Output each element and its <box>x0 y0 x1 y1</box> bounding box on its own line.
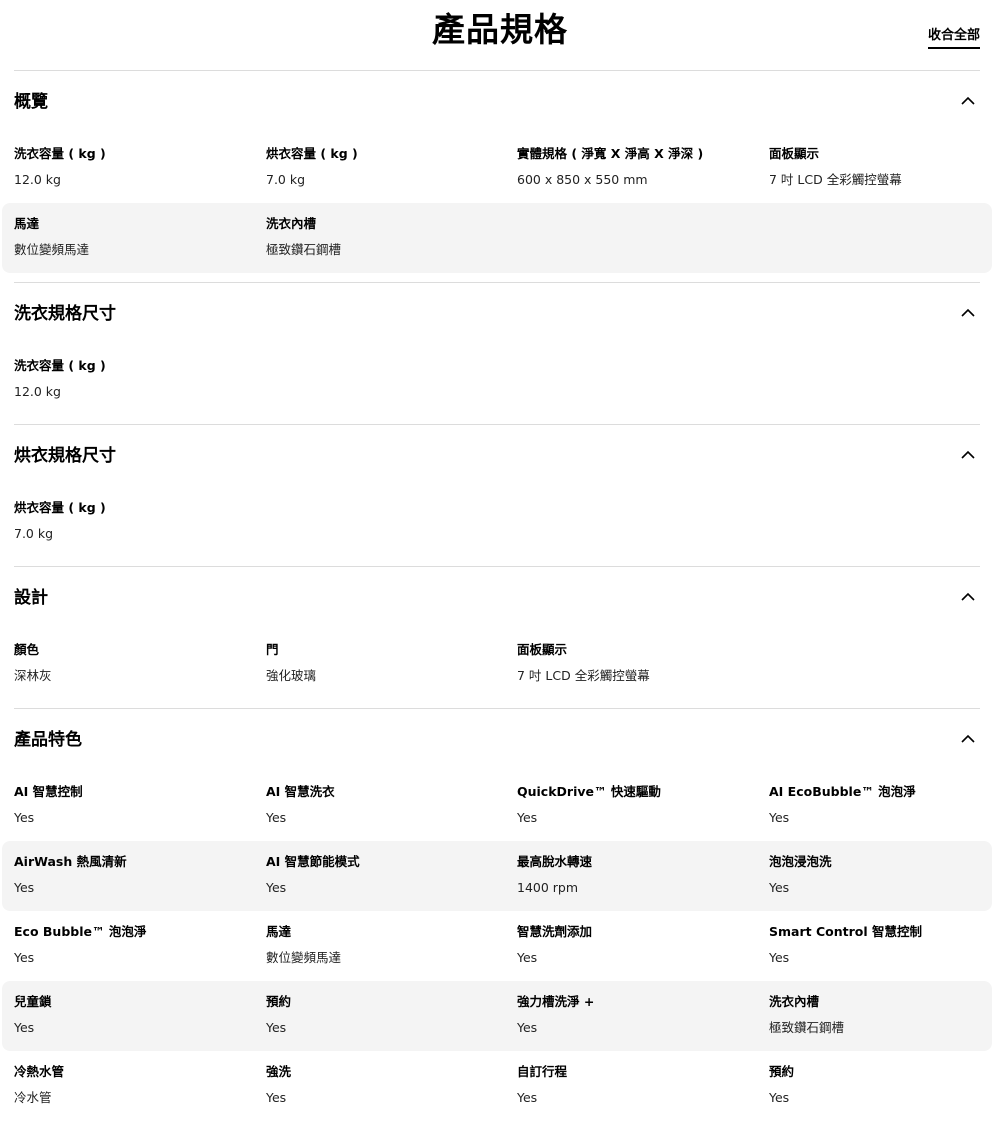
spec-value: 12.0 kg <box>14 172 61 187</box>
spec-row: 洗衣容量 ( kg ) 12.0 kg <box>2 345 992 415</box>
spec-value: Yes <box>517 950 538 965</box>
spec-label: QuickDrive™ 快速驅動 <box>517 784 661 799</box>
spec-value: 數位變頻馬達 <box>14 242 90 257</box>
spec-row: 兒童鎖 Yes 預約 Yes 強力槽洗淨 + Yes 洗衣內槽極致鑽石鋼槽 <box>2 981 992 1051</box>
spec-value: Yes <box>769 880 790 895</box>
spec-label: 智慧洗劑添加 <box>517 924 593 939</box>
spec-label: 泡泡浸泡洗 <box>769 854 832 869</box>
section-header[interactable]: 概覽 <box>14 71 980 133</box>
spec-value: Yes <box>266 1020 287 1035</box>
spec-label: 自訂行程 <box>517 1064 568 1079</box>
chevron-up-icon[interactable] <box>960 731 976 747</box>
spec-value: Yes <box>266 1090 287 1105</box>
spec-value: Yes <box>266 810 287 825</box>
chevron-up-icon[interactable] <box>960 589 976 605</box>
spec-row: 烘衣容量 ( kg ) 7.0 kg <box>2 487 992 557</box>
spec-value: Yes <box>14 880 35 895</box>
spec-row: 洗衣容量 ( kg ) 12.0 kg 烘衣容量 ( kg ) 7.0 kg 實體規格 … <box>2 133 992 203</box>
section-header[interactable]: 產品特色 <box>14 709 980 771</box>
spec-value: 7 吋 LCD 全彩觸控螢幕 <box>517 668 650 683</box>
spec-label: 兒童鎖 <box>14 994 52 1009</box>
spec-value: 極致鑽石鋼槽 <box>266 242 342 257</box>
section-title: 烘衣規格尺寸 <box>14 446 116 466</box>
spec-label: 洗衣內槽 <box>769 994 820 1009</box>
spec-value: 1400 rpm <box>517 880 579 895</box>
spec-label: 馬達 <box>266 924 292 939</box>
section-title: 概覽 <box>14 92 48 112</box>
spec-section: 概覽洗衣容量 ( kg ) 12.0 kg 烘衣容量 ( kg ) 7.0 kg 實體規… <box>2 70 992 273</box>
spec-row: AI 智慧控制 Yes AI 智慧洗衣 Yes QuickDrive™ 快速驅動 Yes A… <box>2 771 992 841</box>
spec-value: Yes <box>14 950 35 965</box>
spec-value: 7.0 kg <box>14 526 54 541</box>
spec-value: 7 吋 LCD 全彩觸控螢幕 <box>769 172 902 187</box>
section-title: 洗衣規格尺寸 <box>14 304 116 324</box>
spec-value: Yes <box>266 880 287 895</box>
spec-label: AI 智慧洗衣 <box>266 784 335 799</box>
spec-label: AI EcoBubble™ 泡泡淨 <box>769 784 916 799</box>
spec-value: Yes <box>769 950 790 965</box>
spec-section: 設計顏色深林灰 門強化玻璃 面板顯示 7 吋 LCD 全彩觸控螢幕 <box>14 566 980 699</box>
collapse-all-link[interactable]: 收合全部 <box>927 27 980 49</box>
spec-row: AirWash 熱風清新 Yes AI 智慧節能模式 Yes 最高脫水轉速 1400 rp… <box>2 841 992 911</box>
chevron-up-icon[interactable] <box>960 93 976 109</box>
spec-label: 面板顯示 <box>769 146 820 161</box>
spec-label: 洗衣容量 ( kg ) <box>14 358 106 373</box>
spec-label: 面板顯示 <box>517 642 568 657</box>
chevron-up-icon[interactable] <box>960 447 976 463</box>
spec-label: 實體規格 ( 淨寬 X 淨高 X 淨深 ) <box>517 146 704 161</box>
spec-label: 顏色 <box>14 642 40 657</box>
spec-section: 洗衣規格尺寸洗衣容量 ( kg ) 12.0 kg <box>14 282 980 415</box>
section-header[interactable]: 烘衣規格尺寸 <box>14 425 980 487</box>
spec-value: 極致鑽石鋼槽 <box>769 1020 845 1035</box>
spec-label: 強力槽洗淨 + <box>517 994 595 1009</box>
spec-label: 最高脫水轉速 <box>517 854 593 869</box>
spec-label: 強洗 <box>266 1064 292 1079</box>
spec-value: 600 x 850 x 550 mm <box>517 172 648 187</box>
spec-value: Yes <box>769 1090 790 1105</box>
spec-label: 烘衣容量 ( kg ) <box>266 146 358 161</box>
spec-value: Yes <box>517 810 538 825</box>
spec-value: Yes <box>14 810 35 825</box>
spec-row: 冷熱水管冷水管 強洗 Yes 自訂行程 Yes 預約 Yes <box>2 1051 992 1121</box>
spec-value: 深林灰 <box>14 668 52 683</box>
spec-value: 數位變頻馬達 <box>266 950 342 965</box>
spec-label: 冷熱水管 <box>14 1064 65 1079</box>
spec-value: Yes <box>517 1090 538 1105</box>
spec-section: 烘衣規格尺寸烘衣容量 ( kg ) 7.0 kg <box>14 424 980 557</box>
spec-value: 強化玻璃 <box>266 668 317 683</box>
spec-value: 12.0 kg <box>14 384 61 399</box>
section-header[interactable]: 設計 <box>14 567 980 629</box>
section-title: 設計 <box>14 588 48 608</box>
spec-value: Yes <box>14 1020 35 1035</box>
spec-row: Eco Bubble™ 泡泡淨 Yes 馬達數位變頻馬達 智慧洗劑添加 Yes Smart… <box>2 911 992 981</box>
spec-label: 洗衣容量 ( kg ) <box>14 146 106 161</box>
spec-label: 預約 <box>266 994 292 1009</box>
spec-label: 門 <box>266 642 279 657</box>
spec-section: 產品特色 AI 智慧控制 Yes AI 智慧洗衣 Yes QuickDrive™ 快速驅動… <box>2 708 992 1121</box>
spec-value: Yes <box>517 1020 538 1035</box>
section-header[interactable]: 洗衣規格尺寸 <box>14 283 980 345</box>
spec-row: 馬達數位變頻馬達 洗衣內槽極致鑽石鋼槽 <box>2 203 992 273</box>
page-title: 產品規格 <box>432 10 568 49</box>
spec-value: 冷水管 <box>14 1090 52 1105</box>
spec-value: 7.0 kg <box>266 172 306 187</box>
spec-label: 馬達 <box>14 216 40 231</box>
spec-label: Smart Control 智慧控制 <box>769 924 922 939</box>
spec-value: Yes <box>769 810 790 825</box>
spec-label: AI 智慧控制 <box>14 784 83 799</box>
spec-label: AirWash 熱風清新 <box>14 854 127 869</box>
spec-label: 洗衣內槽 <box>266 216 317 231</box>
spec-row: 顏色深林灰 門強化玻璃 面板顯示 7 吋 LCD 全彩觸控螢幕 <box>2 629 992 699</box>
spec-label: 烘衣容量 ( kg ) <box>14 500 106 515</box>
spec-label: Eco Bubble™ 泡泡淨 <box>14 924 147 939</box>
spec-label: AI 智慧節能模式 <box>266 854 360 869</box>
section-title: 產品特色 <box>14 730 82 750</box>
chevron-up-icon[interactable] <box>960 305 976 321</box>
spec-label: 預約 <box>769 1064 795 1079</box>
